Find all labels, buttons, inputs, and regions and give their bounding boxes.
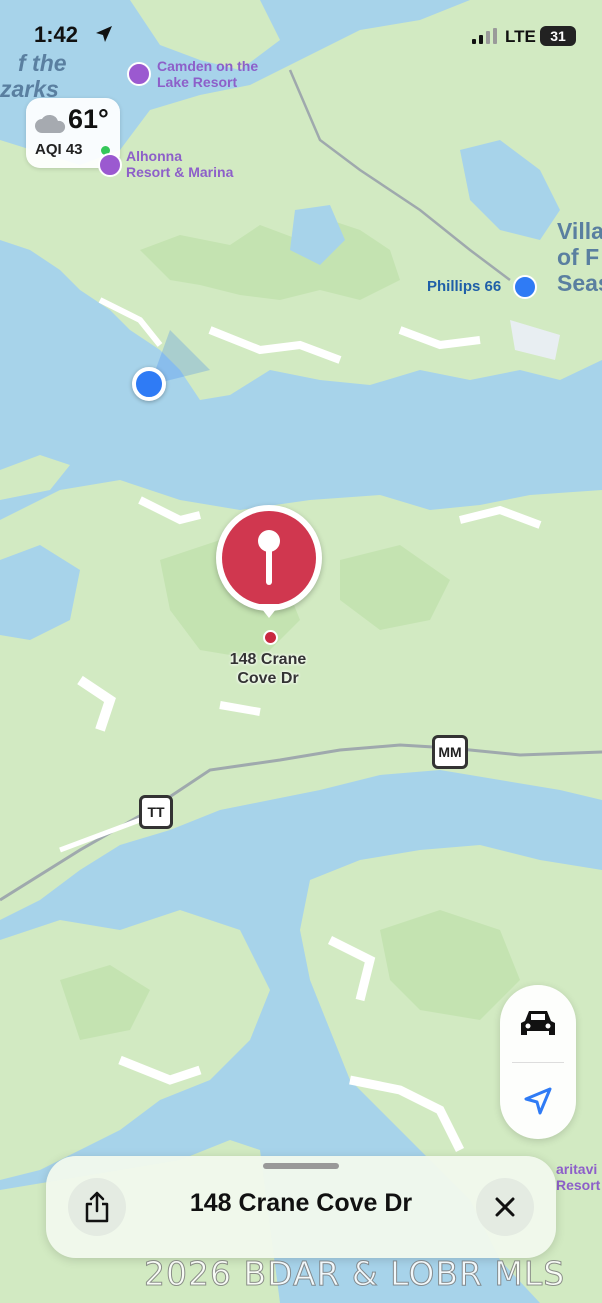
route-shield-mm: MM: [432, 735, 468, 769]
poi-label-phillips: Phillips 66: [427, 278, 502, 295]
poi-label-alhonna: Alhonna Resort & Marina: [126, 148, 234, 180]
cloud-icon: [35, 114, 66, 133]
close-button[interactable]: [476, 1178, 534, 1236]
share-button[interactable]: [68, 1178, 126, 1236]
route-shield-tt: TT: [139, 795, 173, 829]
status-time: 1:42: [34, 22, 79, 47]
temperature: 61°: [68, 104, 109, 134]
place-title: 148 Crane Cove Dr: [189, 1189, 413, 1217]
pin-tail: [258, 604, 280, 618]
place-label-village: Villa of F Seas: [557, 218, 602, 296]
gas-station-icon: [513, 275, 537, 299]
car-icon[interactable]: [519, 1007, 557, 1039]
destination-pin[interactable]: [216, 505, 322, 611]
close-icon: [495, 1197, 515, 1217]
cellular-signal-icon: [472, 28, 497, 44]
pin-address-label: 148 Crane Cove Dr: [229, 651, 307, 687]
location-arrow-icon[interactable]: [522, 1085, 554, 1117]
status-bar: 1:42 LTE 31: [0, 0, 602, 70]
sheet-grabber[interactable]: [263, 1163, 339, 1169]
location-arrow-icon: [96, 26, 112, 42]
network-type: LTE: [505, 27, 536, 46]
pin-body: [222, 511, 316, 605]
user-location-dot[interactable]: [132, 367, 166, 401]
poi-label-camden: Camden on the Lake Resort: [157, 58, 259, 90]
place-card-sheet[interactable]: 148 Crane Cove Dr: [46, 1156, 556, 1258]
share-icon: [85, 1191, 109, 1223]
hotel-icon: [127, 62, 151, 86]
pushpin-icon: [258, 530, 280, 585]
battery-level: 31: [540, 26, 576, 46]
control-divider: [512, 1062, 564, 1063]
poi-label-paritavi: aritavi Resort: [556, 1161, 601, 1193]
place-label-ozarks: zarks: [0, 76, 59, 102]
mls-watermark: 2026 BDAR & LOBR MLS: [143, 1254, 566, 1294]
hotel-icon: [98, 153, 122, 177]
map-controls: [500, 985, 576, 1139]
place-label-ozarks-top: f the: [18, 50, 67, 76]
aqi-label: AQI 43: [35, 141, 83, 158]
pin-location-marker: [263, 630, 278, 645]
